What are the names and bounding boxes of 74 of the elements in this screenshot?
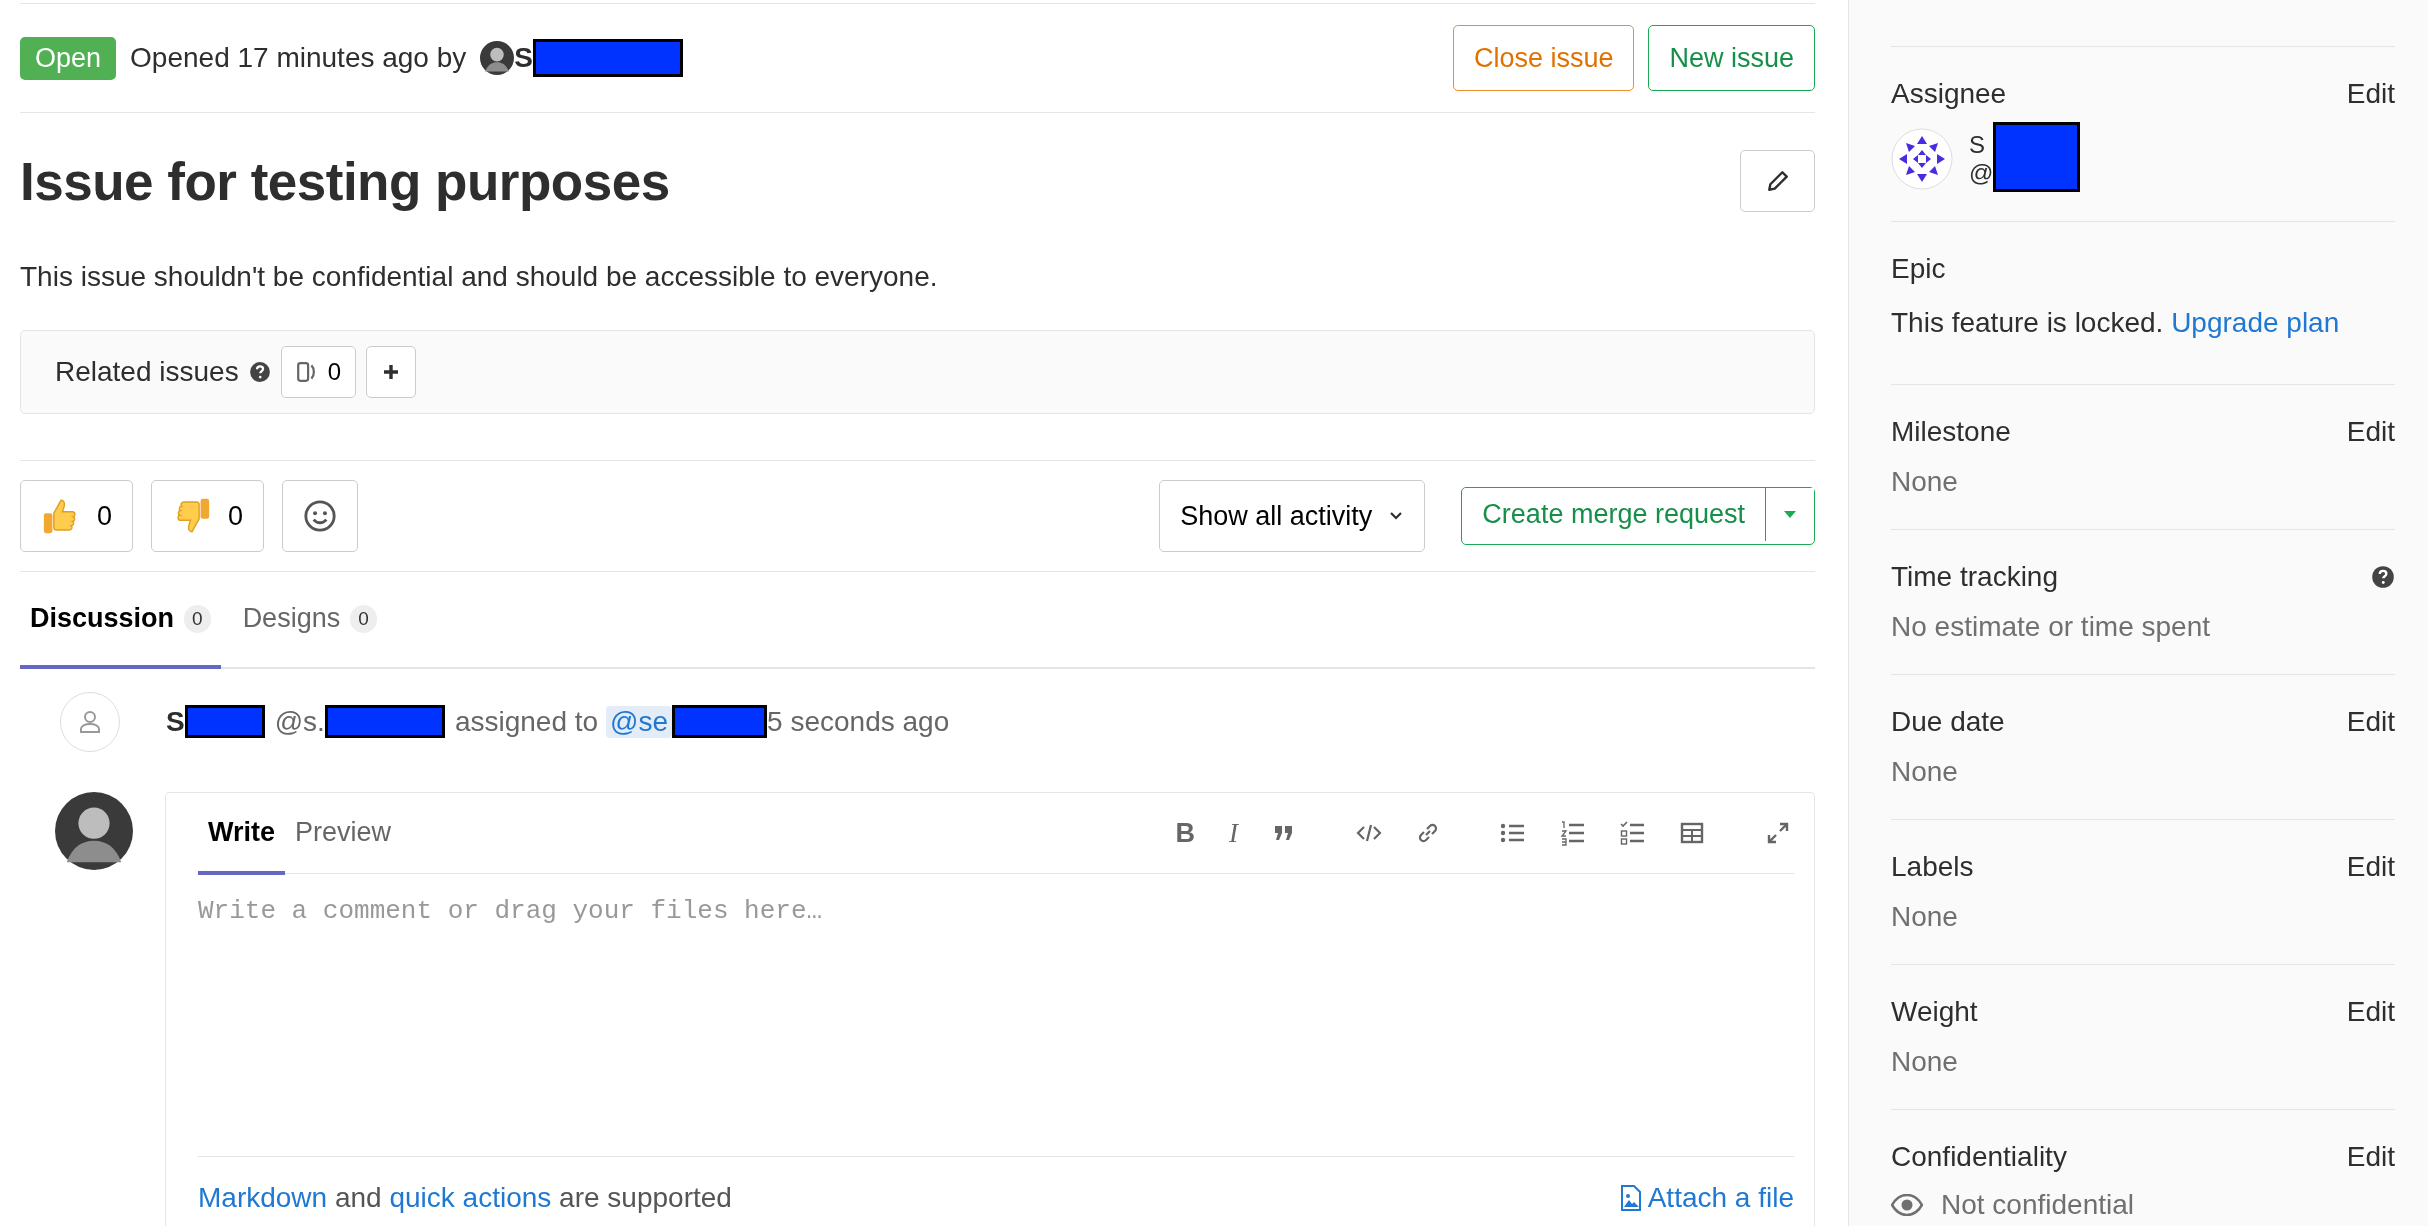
- award-button[interactable]: 0: [151, 480, 265, 552]
- plus-icon: [381, 362, 401, 382]
- tab[interactable]: Designs 0: [232, 572, 387, 669]
- edit-button[interactable]: [1740, 150, 1815, 212]
- comment-editor[interactable]: Write Preview B I Write a comment or drag your files here… Markdown and quick actions are supported Attach a file: [165, 792, 1815, 1226]
- note-author: S: [166, 705, 185, 738]
- link-icon[interactable]: [1416, 821, 1440, 845]
- section-title: Time tracking: [1891, 561, 2058, 593]
- table-icon[interactable]: [1680, 821, 1704, 845]
- user-icon: [79, 709, 101, 734]
- help-link[interactable]: Markdown: [198, 1182, 328, 1213]
- editor-tab[interactable]: Preview: [285, 793, 402, 875]
- edit-link[interactable]: Edit: [2346, 1141, 2395, 1173]
- assignee-username: @: [1969, 159, 1994, 187]
- section-value: None: [1891, 756, 1959, 788]
- count-badge: 0: [350, 604, 377, 633]
- help-icon[interactable]: [248, 361, 271, 383]
- edit-link[interactable]: Edit: [2346, 996, 2395, 1028]
- numbered-list-icon[interactable]: [1560, 820, 1586, 846]
- section-title: Weight: [1891, 996, 1978, 1028]
- section-value: None: [1891, 901, 1959, 933]
- help-icon[interactable]: [2371, 565, 2395, 589]
- edit-link[interactable]: Edit: [2346, 706, 2395, 738]
- help-link[interactable]: quick actions: [389, 1182, 552, 1213]
- count-badge: 0: [184, 604, 211, 633]
- section-title: Confidentiality: [1891, 1141, 2067, 1173]
- add-related-button[interactable]: [366, 346, 416, 398]
- editor-tab[interactable]: Write: [198, 793, 285, 875]
- related-count-button[interactable]: 0: [280, 346, 356, 398]
- related-issues-label: Related issues: [55, 356, 239, 388]
- author-name: S: [514, 42, 533, 74]
- issue-description: This issue shouldn't be confidential and should be accessible to everyone.: [20, 261, 939, 293]
- edit-link[interactable]: Edit: [2346, 78, 2395, 110]
- add-reaction-button[interactable]: [282, 480, 359, 552]
- italic-button[interactable]: I: [1229, 819, 1238, 847]
- section-title: Labels: [1891, 851, 1974, 883]
- section-value: No estimate or time spent: [1891, 611, 2212, 643]
- activity-dropdown[interactable]: Show all activity: [1159, 480, 1426, 552]
- section-title: Assignee: [1891, 78, 2007, 110]
- assignee-avatar: [1891, 128, 1953, 190]
- epic-locked-text: This feature is locked. Upgrade plan: [1891, 307, 2341, 339]
- note-username: @s.: [274, 705, 325, 738]
- confidentiality-value: Not confidential: [1941, 1189, 2134, 1221]
- upgrade-plan-link[interactable]: Upgrade plan: [2171, 307, 2340, 338]
- opened-text: Opened 17 minutes ago by: [130, 42, 467, 74]
- markdown-hint: Markdown and quick actions are supported: [198, 1182, 732, 1214]
- section-value: None: [1891, 1046, 1959, 1078]
- fullscreen-icon[interactable]: [1766, 821, 1790, 845]
- new-issue-button[interactable]: New issue: [1648, 25, 1815, 91]
- section-title: Epic: [1891, 253, 1946, 285]
- comment-field[interactable]: Write a comment or drag your files here…: [198, 874, 1794, 1156]
- edit-link[interactable]: Edit: [2346, 851, 2395, 883]
- issues-icon: [295, 361, 318, 383]
- status-badge: Open: [20, 36, 117, 80]
- eye-icon: [1891, 1194, 1923, 1216]
- tab[interactable]: Discussion 0: [20, 572, 221, 669]
- section-title: Due date: [1891, 706, 2005, 738]
- assignee-name: S: [1969, 131, 1986, 159]
- smiley-icon: [303, 499, 338, 533]
- dropdown-button[interactable]: [1765, 488, 1814, 541]
- bold-button[interactable]: B: [1175, 819, 1195, 847]
- task-list-icon[interactable]: [1620, 820, 1646, 846]
- note-time: 5 seconds ago: [767, 705, 950, 738]
- edit-link[interactable]: Edit: [2346, 416, 2395, 448]
- note-action: assigned to: [454, 705, 599, 738]
- section-title: Milestone: [1891, 416, 2011, 448]
- issue-title: Issue for testing purposes: [20, 150, 670, 212]
- pencil-icon: [1765, 169, 1790, 193]
- bullet-list-icon[interactable]: [1500, 821, 1526, 845]
- image-file-icon: [1619, 1185, 1642, 1211]
- award-button[interactable]: 0: [20, 480, 134, 552]
- section-value: None: [1891, 466, 1959, 498]
- attach-file-link[interactable]: Attach a file: [1619, 1182, 1794, 1214]
- user-mention[interactable]: @se: [606, 705, 673, 738]
